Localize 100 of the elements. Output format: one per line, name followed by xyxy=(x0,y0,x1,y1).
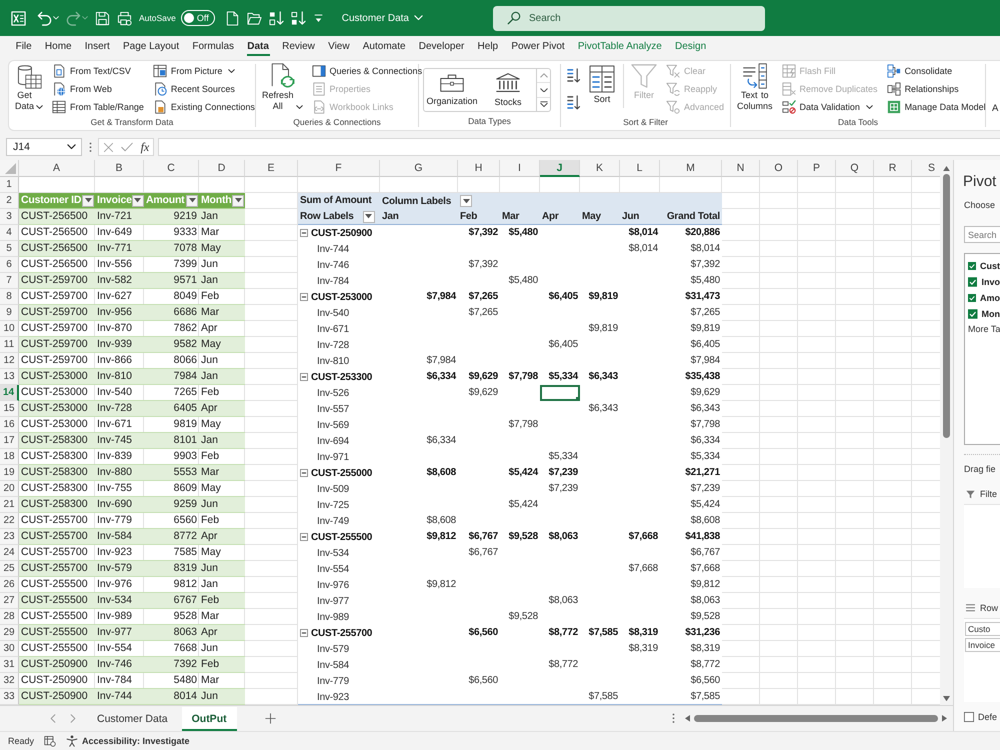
gallery-item[interactable]: Stocks xyxy=(480,69,536,111)
filter-dropdown-button[interactable] xyxy=(460,195,472,207)
toolbar-button[interactable] xyxy=(266,8,286,28)
sheet-tab[interactable]: Customer Data xyxy=(87,706,178,730)
ribbon-button[interactable]: Queries & Connections xyxy=(310,62,424,80)
ribbon-button[interactable]: Recent Sources xyxy=(150,80,257,98)
row-header[interactable]: 16 xyxy=(0,417,19,433)
collapse-icon[interactable] xyxy=(300,533,308,541)
row-header[interactable]: 25 xyxy=(0,561,19,577)
chevron-right-icon[interactable] xyxy=(70,714,76,723)
field-label[interactable]: Invo xyxy=(981,277,1000,287)
chevron-up-icon[interactable] xyxy=(540,73,548,78)
row-header[interactable]: 24 xyxy=(0,545,19,561)
menu-tab[interactable]: Insert xyxy=(78,36,116,57)
row-header[interactable]: 18 xyxy=(0,449,19,465)
row-header[interactable]: 20 xyxy=(0,481,19,497)
menu-tab[interactable]: Design xyxy=(668,36,713,57)
ribbon-button[interactable]: Text to Columns xyxy=(735,62,775,112)
collapse-icon[interactable] xyxy=(300,629,308,637)
row-header[interactable]: 30 xyxy=(0,641,19,657)
row-header[interactable]: 12 xyxy=(0,353,19,369)
menu-tab[interactable]: Home xyxy=(38,36,78,57)
scroll-down-icon[interactable] xyxy=(943,696,950,701)
scroll-left-icon[interactable] xyxy=(685,715,690,722)
checkbox[interactable] xyxy=(968,261,976,271)
search-field[interactable]: Search xyxy=(964,226,1000,243)
more-icon[interactable] xyxy=(672,713,675,724)
row-header[interactable]: 21 xyxy=(0,497,19,513)
more-tables-link[interactable]: More Ta xyxy=(968,324,1000,334)
menu-tab[interactable]: Review xyxy=(276,36,322,57)
row-header[interactable]: 10 xyxy=(0,321,19,337)
scrollbar-thumb[interactable] xyxy=(943,174,950,438)
checkbox[interactable] xyxy=(968,309,978,319)
collapse-icon[interactable] xyxy=(300,373,308,381)
row-header[interactable]: 7 xyxy=(0,273,19,289)
menu-tab[interactable]: Power Pivot xyxy=(504,36,572,57)
filter-dropdown-button[interactable] xyxy=(82,194,94,206)
row-header[interactable]: 6 xyxy=(0,257,19,273)
filter-dropdown-button[interactable] xyxy=(132,194,144,206)
filter-dropdown-button[interactable] xyxy=(232,194,244,206)
field-label[interactable]: Amo xyxy=(980,293,1000,303)
table-circle-icon[interactable] xyxy=(44,735,56,747)
menu-tab[interactable]: Developer xyxy=(412,36,471,57)
chevron-down-icon[interactable] xyxy=(540,88,548,92)
row-header[interactable]: 22 xyxy=(0,513,19,529)
accessibility-status[interactable]: Accessibility: Investigate xyxy=(82,736,190,746)
ribbon-button[interactable]: From Web xyxy=(50,80,146,98)
toolbar-button[interactable] xyxy=(288,8,308,28)
document-title[interactable]: Customer Data xyxy=(342,12,423,24)
autosave-toggle[interactable]: Off xyxy=(180,10,215,26)
row-header[interactable]: 14 xyxy=(0,385,19,401)
check-icon[interactable] xyxy=(121,141,134,153)
ribbon-button[interactable]: Sort xyxy=(587,64,617,105)
ribbon-button[interactable]: Consolidate xyxy=(884,62,988,80)
row-header[interactable]: 28 xyxy=(0,609,19,625)
row-header[interactable]: 3 xyxy=(0,209,19,225)
filter-dropdown-button[interactable] xyxy=(362,210,375,222)
ribbon-button[interactable]: Relationships xyxy=(884,80,988,98)
toolbar-button[interactable] xyxy=(35,8,61,28)
row-header[interactable]: 33 xyxy=(0,689,19,705)
collapse-icon[interactable] xyxy=(300,229,308,237)
row-header[interactable]: 17 xyxy=(0,433,19,449)
area-box[interactable]: Custo Invoice xyxy=(964,618,1000,702)
row-header[interactable]: 15 xyxy=(0,401,19,417)
row-header[interactable]: 27 xyxy=(0,593,19,609)
row-header[interactable]: 23 xyxy=(0,529,19,545)
row-header[interactable]: 13 xyxy=(0,369,19,385)
checkbox[interactable] xyxy=(964,712,974,722)
search-field[interactable]: Search xyxy=(493,6,765,30)
sheet-tab[interactable]: OutPut xyxy=(182,706,237,730)
row-header[interactable]: 9 xyxy=(0,305,19,321)
field-chip[interactable]: Invoice xyxy=(965,638,1000,652)
accessibility-icon[interactable] xyxy=(66,735,78,747)
insert-function-button[interactable]: fx xyxy=(140,140,150,154)
row-header[interactable]: 29 xyxy=(0,625,19,641)
scroll-up-icon[interactable] xyxy=(943,166,950,172)
menu-tab[interactable]: View xyxy=(321,36,356,57)
ribbon-button[interactable]: Data Validation xyxy=(780,98,880,116)
row-header[interactable]: 31 xyxy=(0,657,19,673)
row-header[interactable]: 8 xyxy=(0,289,19,305)
row-header[interactable]: 4 xyxy=(0,225,19,241)
row-header[interactable]: 19 xyxy=(0,465,19,481)
scroll-right-icon[interactable] xyxy=(942,715,947,722)
menu-tab[interactable]: File xyxy=(9,36,38,57)
checkbox[interactable] xyxy=(968,293,976,303)
more-icon[interactable] xyxy=(540,101,548,108)
ribbon-button[interactable]: Get Data xyxy=(13,62,46,112)
ribbon-button[interactable]: Manage Data Model xyxy=(884,98,988,116)
column-header[interactable]: J xyxy=(540,160,580,177)
ribbon-button[interactable]: From Table/Range xyxy=(50,98,146,116)
menu-tab[interactable]: Automate xyxy=(356,36,412,57)
ribbon-button[interactable]: A xyxy=(990,100,1000,116)
row-header[interactable]: 32 xyxy=(0,673,19,689)
cancel-icon[interactable] xyxy=(102,142,114,152)
filter-dropdown-button[interactable] xyxy=(186,194,198,206)
field-chip[interactable]: Custo xyxy=(965,622,1000,636)
add-icon[interactable] xyxy=(264,713,276,724)
row-header[interactable]: 1 xyxy=(0,177,19,193)
row-header[interactable]: 26 xyxy=(0,577,19,593)
formula-field[interactable] xyxy=(158,138,1000,156)
